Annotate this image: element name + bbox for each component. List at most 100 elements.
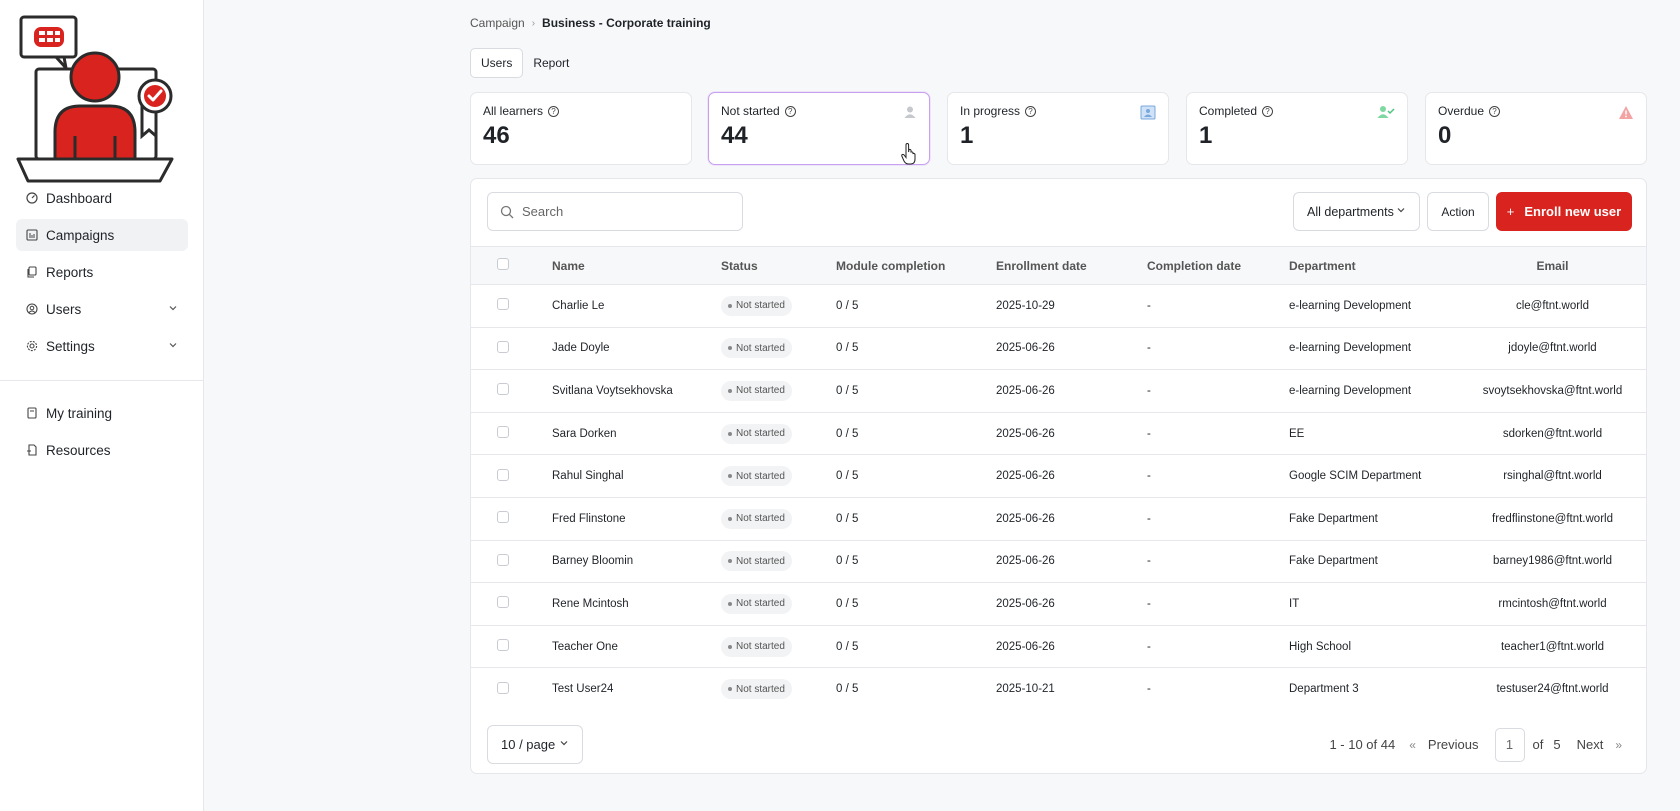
cell-email: teacher1@ftnt.world (1500, 640, 1605, 653)
header-status[interactable]: Status (721, 259, 836, 273)
tab-report[interactable]: Report (523, 48, 579, 78)
cell-completion-date: - (1147, 683, 1151, 696)
plus-icon: + (1506, 204, 1515, 219)
department-select[interactable]: All departments (1293, 192, 1420, 231)
table-row[interactable]: Test User24 Not started 0 / 5 2025-10-21 - De… (471, 667, 1646, 710)
header-email[interactable]: Email (1465, 259, 1640, 273)
sidebar: Dashboard Campaigns Reports Users Settin… (0, 0, 204, 811)
header-name[interactable]: Name (552, 259, 721, 273)
cell-completion-date: - (1147, 299, 1151, 312)
cell-department: e-learning Development (1289, 384, 1412, 397)
sidebar-item-users[interactable]: Users (16, 293, 188, 325)
table-row[interactable]: Teacher One Not started 0 / 5 2025-06-26 - Hi… (471, 624, 1646, 668)
cell-department: e-learning Development (1289, 299, 1412, 312)
row-checkbox[interactable] (497, 639, 509, 652)
next-button[interactable]: Next (1569, 737, 1612, 752)
help-icon[interactable]: ? (1262, 105, 1274, 117)
table-row[interactable]: Jade Doyle Not started 0 / 5 2025-06-26 - e-l… (471, 326, 1646, 370)
cell-email: svoytsekhovska@ftnt.world (1482, 384, 1623, 397)
header-department[interactable]: Department (1289, 259, 1465, 273)
action-button[interactable]: Action (1427, 192, 1489, 231)
table-row[interactable]: Charlie Le Not started 0 / 5 2025-10-29 - e-l… (471, 284, 1646, 327)
row-checkbox[interactable] (497, 553, 509, 566)
enroll-button-label: Enroll new user (1524, 204, 1622, 219)
stat-card-in-progress[interactable]: In progress? 1 (947, 92, 1169, 165)
cell-department: IT (1289, 597, 1300, 610)
first-page-icon[interactable]: « (1405, 738, 1420, 752)
primary-nav: Dashboard Campaigns Reports Users Settin… (16, 182, 188, 367)
chevron-right-icon: › (531, 17, 536, 29)
cell-completion-date: - (1147, 640, 1151, 653)
page-size-select[interactable]: 10 / page (487, 725, 583, 764)
cell-name: Barney Bloomin (552, 555, 634, 568)
row-checkbox[interactable] (497, 426, 509, 439)
row-checkbox[interactable] (497, 511, 509, 524)
select-all-checkbox[interactable] (497, 258, 509, 270)
last-page-icon[interactable]: » (1611, 738, 1626, 752)
stat-label: In progress (960, 104, 1021, 118)
stat-card-overdue[interactable]: Overdue? 0 (1425, 92, 1647, 165)
table-row[interactable]: Barney Bloomin Not started 0 / 5 2025-06-26… (471, 539, 1646, 583)
previous-button[interactable]: Previous (1420, 737, 1487, 752)
sidebar-item-label: Settings (46, 338, 95, 354)
cell-name: Teacher One (552, 640, 618, 653)
search-box[interactable] (487, 192, 743, 231)
stat-card-completed[interactable]: Completed? 1 (1186, 92, 1408, 165)
sidebar-item-label: Users (46, 301, 82, 317)
status-text: Not started (736, 641, 785, 653)
sidebar-item-settings[interactable]: Settings (16, 330, 188, 362)
stat-card-not-started[interactable]: Not started? 44 (708, 92, 930, 165)
status-badge: Not started (721, 295, 792, 316)
help-icon[interactable]: ? (548, 105, 560, 117)
row-checkbox[interactable] (497, 340, 509, 353)
cell-email: cle@ftnt.world (1515, 299, 1590, 312)
search-input[interactable] (522, 204, 722, 219)
sidebar-item-reports[interactable]: Reports (16, 256, 188, 288)
help-icon[interactable]: ? (1489, 105, 1501, 117)
status-badge: Not started (721, 551, 792, 572)
cell-department: Google SCIM Department (1289, 470, 1422, 483)
row-checkbox[interactable] (497, 383, 509, 396)
status-dot (728, 303, 732, 308)
header-enrollment-date[interactable]: Enrollment date (996, 259, 1147, 273)
row-checkbox[interactable] (497, 468, 509, 481)
user-circle-icon (26, 303, 38, 315)
table-row[interactable]: Svitlana Voytsekhovska Not started 0 / 5 20… (471, 369, 1646, 412)
sidebar-item-label: Resources (46, 442, 111, 458)
cell-completion-date: - (1147, 384, 1151, 397)
page-number-input[interactable]: 1 (1494, 727, 1525, 762)
breadcrumb-campaign-link[interactable]: Campaign (470, 16, 525, 30)
cell-module-completion: 0 / 5 (836, 427, 859, 440)
sidebar-item-dashboard[interactable]: Dashboard (16, 182, 188, 214)
status-dot (728, 559, 732, 564)
help-icon[interactable]: ? (1025, 105, 1037, 117)
stat-value: 1 (1199, 122, 1213, 149)
row-checkbox[interactable] (497, 596, 509, 609)
header-completion-date[interactable]: Completion date (1147, 259, 1289, 273)
header-module-completion[interactable]: Module completion (836, 259, 996, 273)
department-select-value: All departments (1307, 204, 1394, 219)
cell-email: rmcintosh@ftnt.world (1498, 597, 1607, 610)
file-icon (26, 444, 38, 456)
help-icon[interactable]: ? (784, 105, 796, 117)
sidebar-divider (0, 380, 204, 381)
cell-enrollment-date: 2025-06-26 (996, 555, 1055, 568)
stat-card-all-learners[interactable]: All learners? 46 (470, 92, 692, 165)
user-icon (904, 106, 916, 118)
table-row[interactable]: Sara Dorken Not started 0 / 5 2025-06-26 - EE… (471, 411, 1646, 455)
cell-enrollment-date: 2025-10-21 (996, 683, 1055, 696)
table-row[interactable]: Fred Flinstone Not started 0 / 5 2025-06-26… (471, 496, 1646, 540)
tab-users[interactable]: Users (470, 48, 524, 78)
sidebar-item-resources[interactable]: Resources (16, 434, 188, 466)
cell-name: Fred Flinstone (552, 512, 626, 525)
sidebar-item-campaigns[interactable]: Campaigns (16, 219, 188, 251)
stat-label: Overdue (1438, 104, 1485, 118)
row-checkbox[interactable] (497, 681, 509, 694)
sidebar-item-my-training[interactable]: My training (16, 397, 188, 429)
table-row[interactable]: Rahul Singhal Not started 0 / 5 2025-06-26 -… (471, 454, 1646, 497)
row-checkbox[interactable] (497, 298, 509, 311)
table-row[interactable]: Rene Mcintosh Not started 0 / 5 2025-06-26 -… (471, 582, 1646, 625)
cell-department: High School (1289, 640, 1352, 653)
enroll-new-user-button[interactable]: + Enroll new user (1496, 192, 1632, 231)
sidebar-item-label: Reports (46, 264, 94, 280)
